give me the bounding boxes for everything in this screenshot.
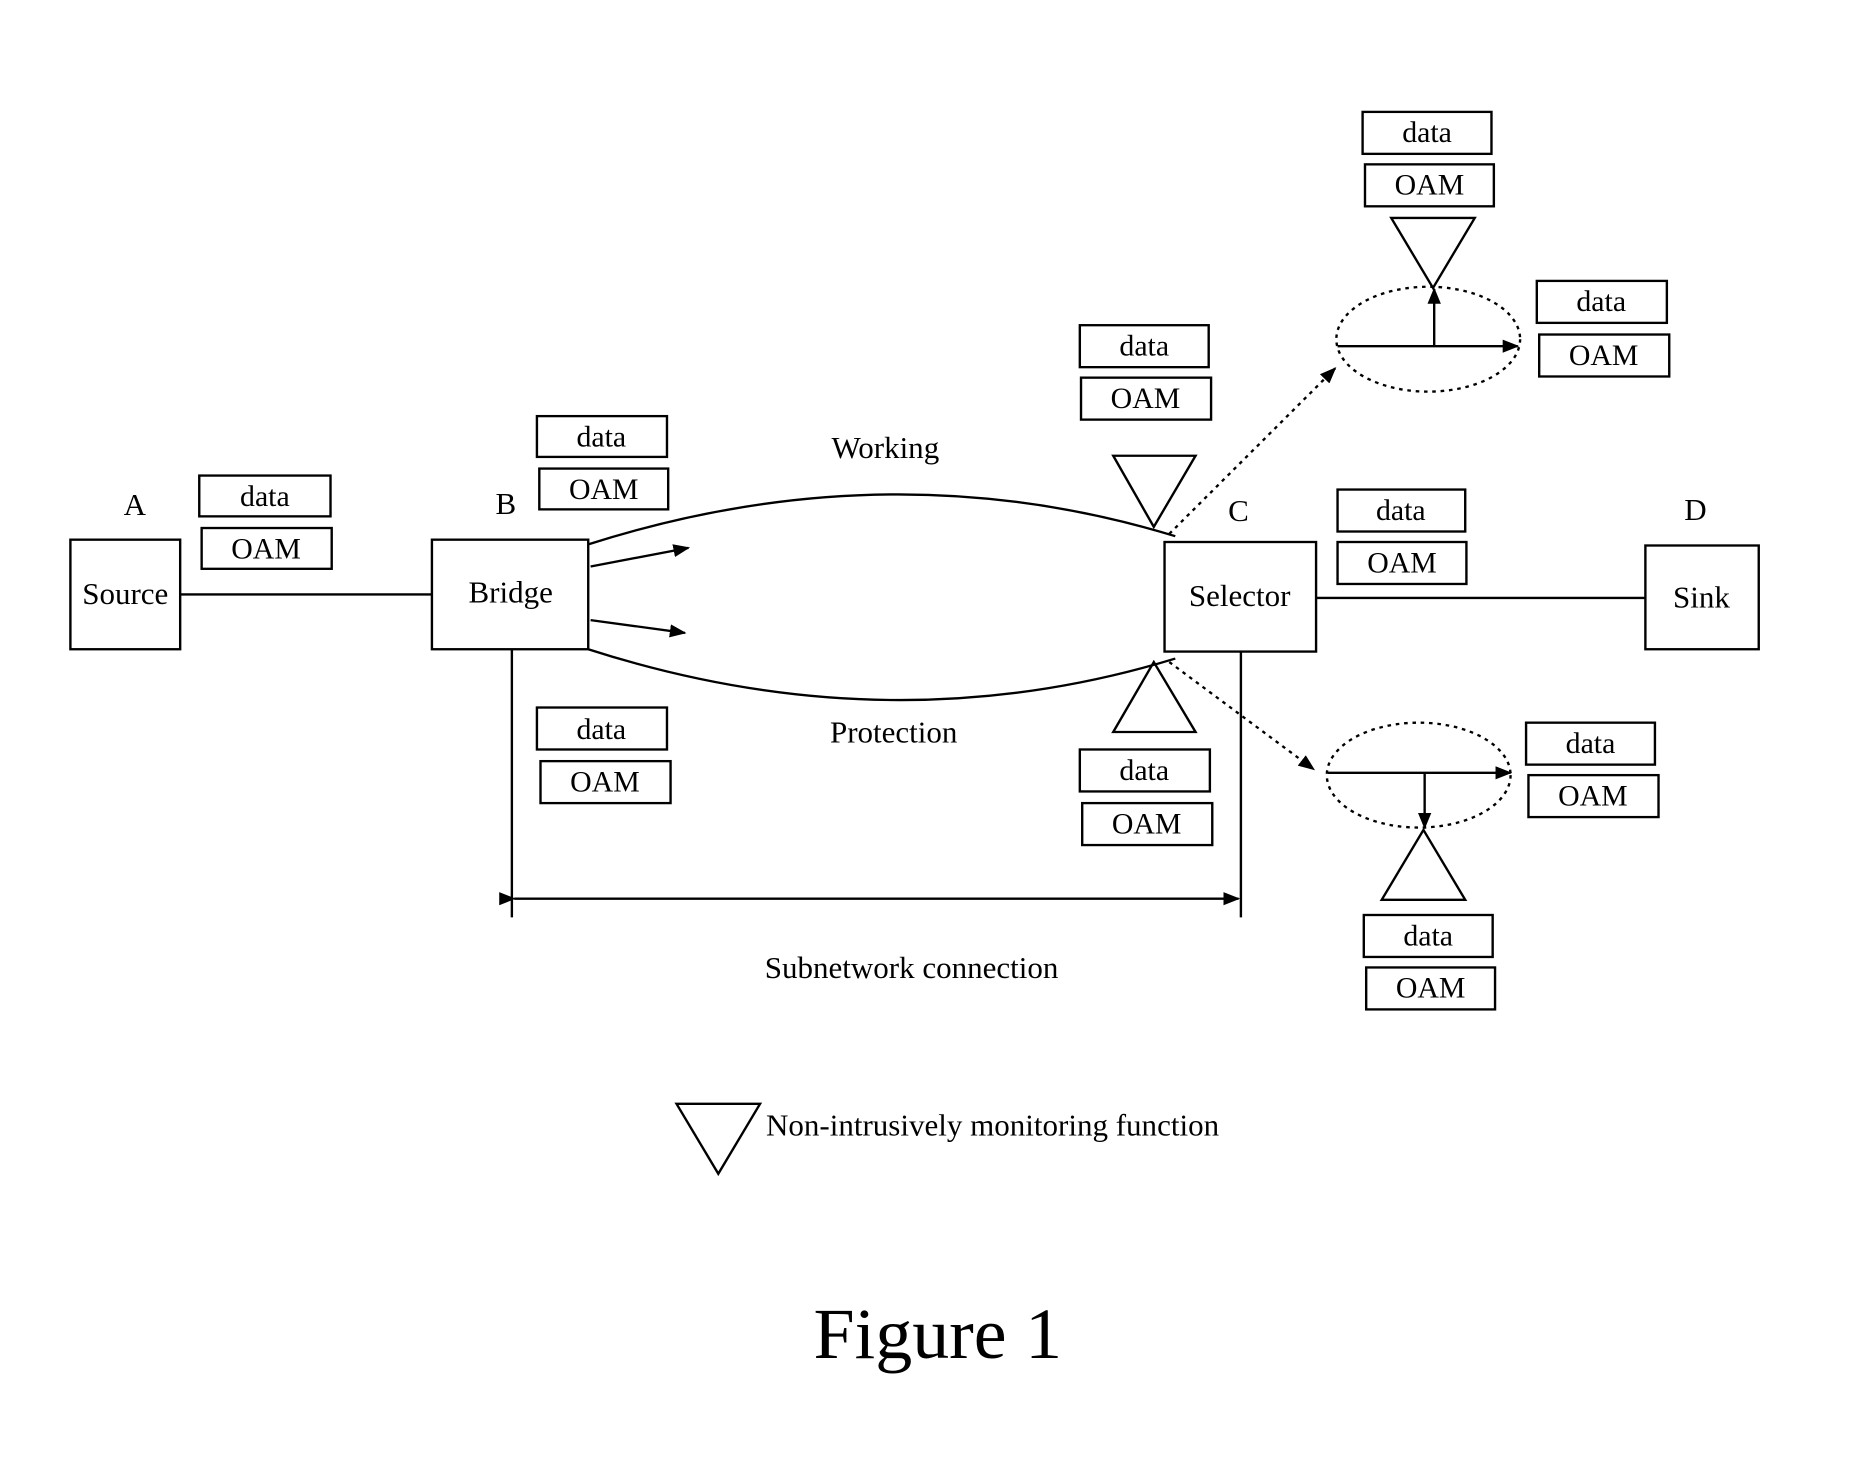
node-label-sink: Sink (1673, 581, 1731, 615)
packet-data-label: data (1566, 728, 1616, 760)
protection-zoom-triangle-icon (1379, 827, 1468, 902)
packet-oam-label: OAM (1111, 383, 1181, 415)
legend-text: Non-intrusively monitoring function (766, 1109, 1219, 1143)
working-zoom-detail (1335, 216, 1522, 393)
node-letter-c: C (1228, 494, 1249, 528)
packet-data-label: data (1119, 755, 1169, 787)
packet-data-label: data (1376, 495, 1426, 527)
protection-zoom-detail (1325, 721, 1513, 902)
figure-1-diagram: data OAM data OAM data OAM data OAM data… (69, 110, 1760, 1374)
protection-path-label: Protection (830, 716, 957, 750)
working-path-label: Working (831, 431, 939, 465)
working-path (587, 493, 1176, 546)
figure-title: Figure 1 (814, 1294, 1063, 1374)
subnetwork-connection-label: Subnetwork connection (765, 951, 1059, 985)
node-letter-a: A (124, 489, 146, 523)
packet-oam-label: OAM (1569, 340, 1639, 372)
packet-data-label: data (577, 422, 627, 454)
packet-oam-label: OAM (1396, 973, 1466, 1005)
node-letter-b: B (496, 487, 517, 521)
packet-oam-label: OAM (570, 767, 640, 799)
packet-oam-label: OAM (1367, 548, 1437, 580)
packet-oam-label: OAM (1112, 809, 1182, 841)
node-label-selector: Selector (1189, 579, 1291, 613)
packet-data-label: data (1402, 117, 1452, 149)
packet-data-label: data (1403, 921, 1453, 953)
node-label-bridge: Bridge (468, 576, 552, 610)
packet-data-label: data (1119, 331, 1169, 363)
working-monitor-triangle-icon (1111, 454, 1198, 530)
packet-data-label: data (240, 481, 290, 513)
node-letter-d: D (1684, 493, 1706, 527)
packet-data-label: data (577, 714, 627, 746)
node-label-source: Source (82, 577, 168, 611)
packet-oam-label: OAM (569, 474, 639, 506)
protection-path (587, 648, 1176, 702)
packet-oam-label: OAM (1395, 170, 1465, 202)
packet-oam-label: OAM (231, 534, 301, 566)
legend-triangle-icon (674, 1102, 763, 1177)
bridge-protection-arrow (590, 618, 687, 638)
bridge-working-arrow (590, 544, 691, 568)
working-zoom-triangle-icon (1389, 216, 1477, 291)
packet-oam-label: OAM (1558, 781, 1628, 813)
packet-data-label: data (1576, 287, 1626, 319)
